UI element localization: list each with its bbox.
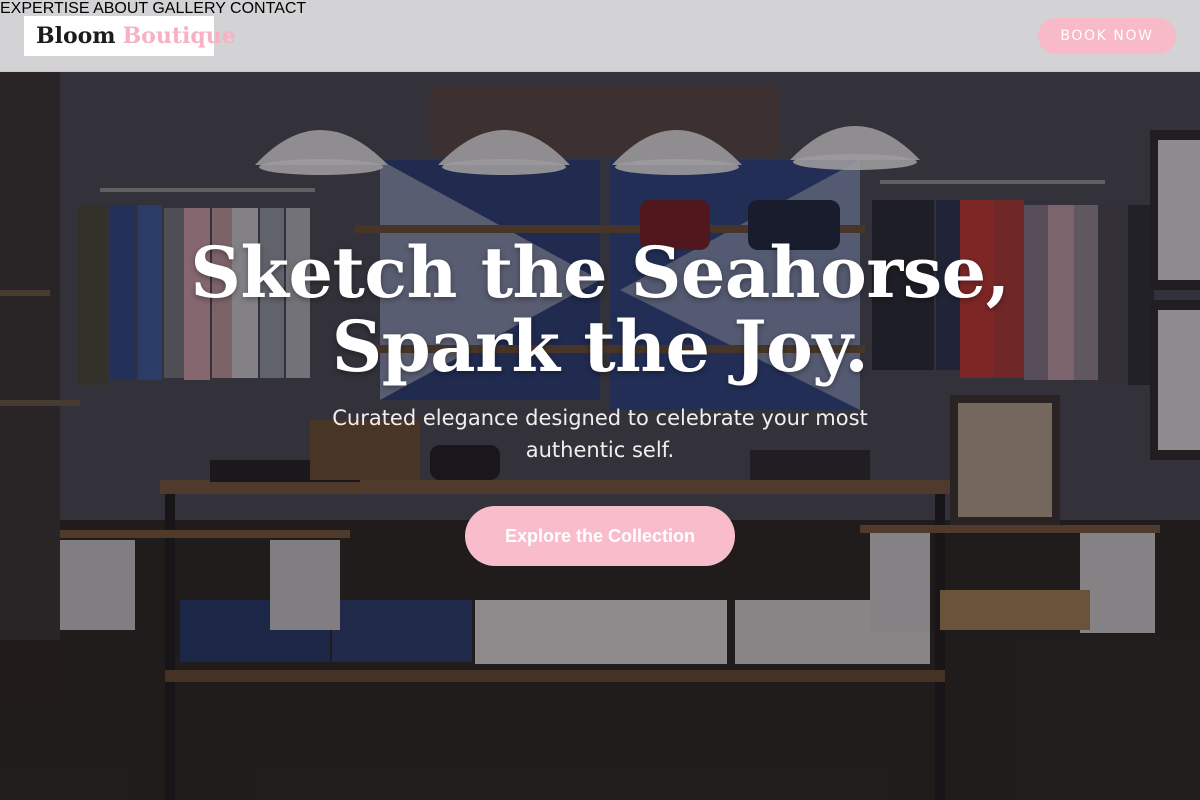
site-header: Bloom Boutique EXPERTISE ABOUT GALLERY C… — [0, 0, 1200, 72]
nav-gallery[interactable]: GALLERY — [152, 0, 225, 17]
brand-logo[interactable]: Bloom Boutique — [24, 16, 236, 56]
hero-title-line-2: Spark the Joy. — [331, 305, 869, 388]
nav-expertise[interactable]: EXPERTISE — [0, 0, 90, 17]
hero-title-line-1: Sketch the Seahorse, — [190, 231, 1010, 314]
book-now-button[interactable]: BOOK NOW — [1038, 18, 1176, 54]
hero-title: Sketch the Seahorse, Spark the Joy. — [150, 236, 1050, 384]
hero-background-image — [0, 0, 1200, 800]
explore-collection-button[interactable]: Explore the Collection — [465, 506, 735, 566]
logo-word-boutique: Boutique — [122, 23, 236, 49]
logo-word-bloom: Bloom — [36, 23, 116, 49]
hero-subtitle: Curated elegance designed to celebrate y… — [332, 406, 868, 462]
nav-about[interactable]: ABOUT — [93, 0, 148, 17]
nav-contact[interactable]: CONTACT — [230, 0, 306, 17]
